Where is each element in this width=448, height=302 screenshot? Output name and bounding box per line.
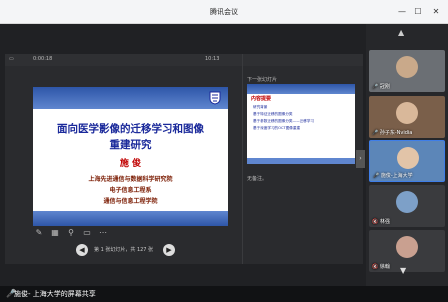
slide-title-line2: 重建研究 [109, 139, 152, 151]
slide-header-band [247, 84, 355, 94]
participant-video [397, 147, 419, 169]
sharing-label: 施俊- 上海大学的屏幕共享 [14, 290, 96, 298]
participant-tile-active[interactable]: 🎤 施俊-上海大学 [369, 140, 445, 182]
participant-video [396, 102, 418, 124]
slide-counter: 第 1 张幻灯片，共 127 张 [94, 247, 154, 253]
clock: 10:13 [205, 56, 220, 62]
participant-name: 🎤 冠刚 [372, 84, 390, 90]
participant-tile[interactable]: 🎤 冠刚 [369, 50, 445, 92]
screen-icon[interactable]: ▭ [82, 228, 92, 238]
minimize-icon[interactable]: — [396, 6, 408, 18]
affiliation-line: 电子信息工程系 [109, 187, 152, 194]
participant-tile[interactable]: 🔇 林强 [369, 185, 445, 227]
close-icon[interactable]: ✕ [430, 6, 442, 18]
expand-arrow-icon[interactable]: › [356, 150, 365, 168]
slide-footer-band [33, 211, 228, 226]
participant-name: 🎤 施俊-上海大学 [373, 173, 413, 179]
participant-video [396, 56, 418, 78]
next-slide-line: 研究背景 [253, 105, 268, 109]
next-slide-preview[interactable]: 内容提要 研究背景 基于特征迁移的图像分类 基于参数迁移的图像分类——迁移学习 … [247, 84, 355, 164]
zoom-icon[interactable]: ⚲ [66, 228, 76, 238]
participant-name: 🔇 林强 [372, 219, 390, 225]
participant-name: 🎤 孙子东-Nvidia [372, 130, 413, 136]
next-slide-label: 下一张幻灯片 [247, 77, 278, 83]
participant-tile[interactable]: 🎤 孙子东-Nvidia [369, 96, 445, 138]
screen-share-status-bar: 🎤 施俊- 上海大学的屏幕共享 [0, 286, 448, 302]
speaker-notes: 无备注。 [247, 176, 268, 182]
chevron-up-icon[interactable]: ▲ [398, 28, 404, 37]
next-slide-line: 基于参数迁移的图像分类——迁移学习 [253, 119, 315, 123]
more-icon[interactable]: ⋯ [98, 228, 108, 238]
maximize-icon[interactable]: ☐ [412, 6, 424, 18]
toolbar-item[interactable]: ▭ [9, 56, 14, 62]
chevron-down-icon[interactable]: ▼ [400, 266, 406, 275]
slide-header-band [33, 87, 228, 109]
next-slide-line: 基于特征迁移的图像分类 [253, 112, 293, 116]
university-logo-icon [209, 91, 221, 105]
slide-footer-band [247, 158, 355, 164]
divider [242, 54, 243, 264]
microphone-icon[interactable]: 🎤 [6, 289, 16, 299]
pen-icon[interactable]: ✎ [34, 228, 44, 238]
current-slide: 面向医学影像的迁移学习和图像 重建研究 施 俊 上海先进通信与数据科学研究院 电… [33, 87, 228, 226]
slide-title-line1: 面向医学影像的迁移学习和图像 [57, 123, 204, 135]
avatar [396, 191, 418, 213]
window-title: 腾讯会议 [210, 8, 238, 16]
participant-tile[interactable]: 🔇 徐翰 [369, 230, 445, 272]
next-slide-icon[interactable]: ▶ [163, 244, 175, 256]
next-slide-heading: 内容提要 [251, 96, 272, 102]
affiliation-line: 上海先进通信与数据科学研究院 [88, 176, 173, 183]
grid-icon[interactable]: ▦ [50, 228, 60, 238]
elapsed-time: 0:00:18 [33, 56, 53, 62]
title-bar: 腾讯会议 — ☐ ✕ [0, 0, 448, 24]
previous-slide-icon[interactable]: ◀ [76, 244, 88, 256]
avatar [396, 236, 418, 258]
next-slide-line: 基于深度学习的OCT图像重建 [253, 126, 301, 130]
participant-name: 🔇 徐翰 [372, 264, 390, 270]
presenter-toolbar: ▭ 0:00:18 10:13 [5, 54, 363, 66]
meeting-window: 腾讯会议 — ☐ ✕ ▭ 0:00:18 10:13 面向医学影像的迁移学习和图… [0, 0, 448, 302]
affiliation-line: 通信与信息工程学院 [103, 198, 158, 205]
presenter-name: 施 俊 [119, 159, 142, 169]
